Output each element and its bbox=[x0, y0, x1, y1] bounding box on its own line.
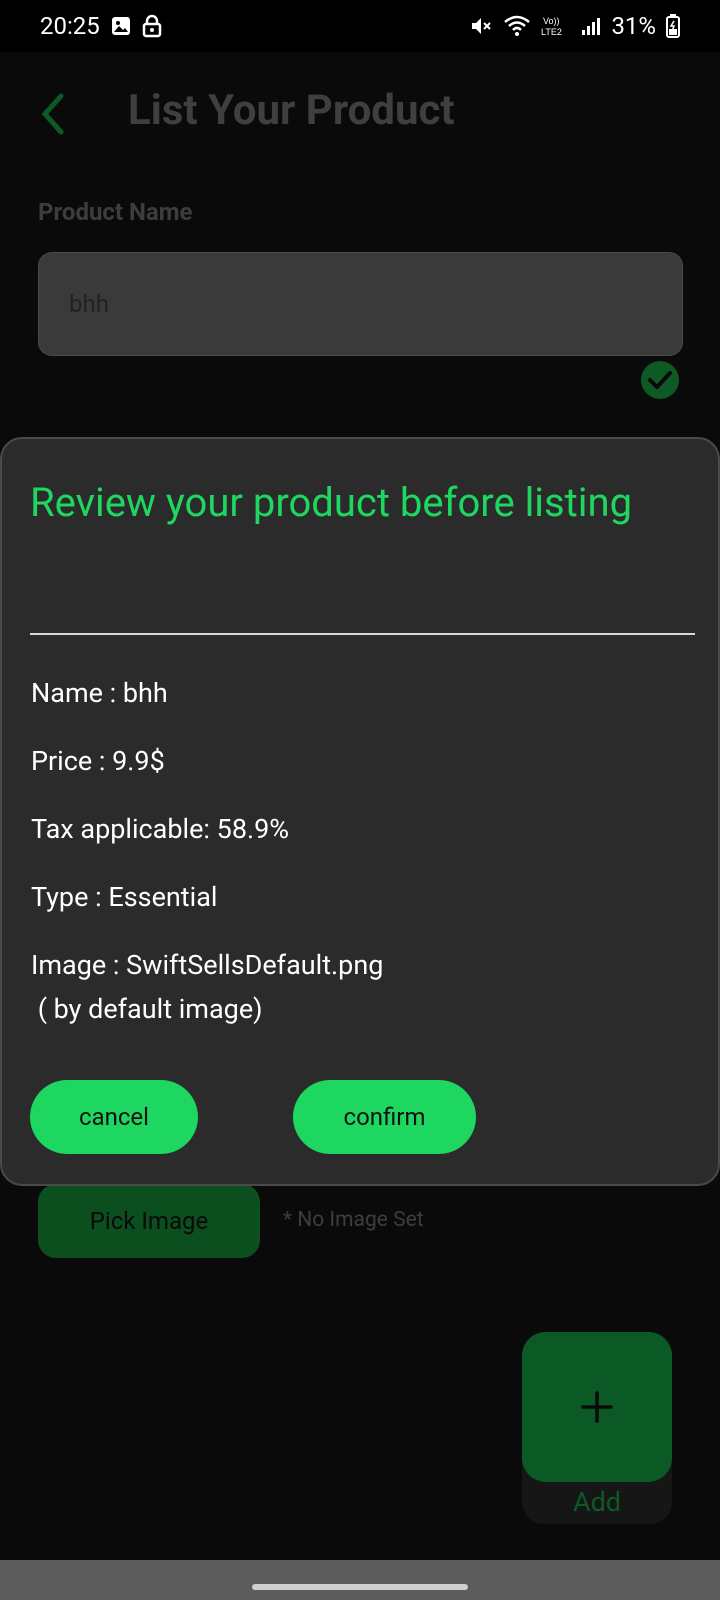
svg-text:Vo)): Vo)) bbox=[543, 16, 560, 26]
pick-image-button[interactable]: Pick Image bbox=[38, 1184, 260, 1258]
add-button[interactable] bbox=[522, 1332, 672, 1482]
wifi-icon bbox=[503, 15, 531, 37]
confirm-button[interactable]: confirm bbox=[293, 1080, 476, 1154]
app-bar: List Your Product bbox=[0, 70, 720, 160]
plus-icon bbox=[581, 1391, 613, 1423]
review-image: Image : SwiftSellsDefault.png bbox=[31, 949, 384, 981]
dialog-divider bbox=[30, 633, 695, 635]
status-left: 20:25 bbox=[40, 12, 162, 40]
add-label: Add bbox=[572, 1486, 622, 1518]
back-button[interactable] bbox=[26, 88, 78, 140]
review-type: Type : Essential bbox=[31, 881, 218, 913]
back-arrow-icon bbox=[41, 93, 64, 135]
battery-icon bbox=[666, 14, 680, 38]
product-name-input[interactable]: bhh bbox=[38, 252, 683, 356]
clock: 20:25 bbox=[40, 12, 100, 40]
signal-icon bbox=[581, 16, 601, 36]
review-dialog: Review your product before listing Name … bbox=[0, 437, 720, 1186]
page-title: List Your Product bbox=[128, 86, 455, 135]
svg-text:LTE2: LTE2 bbox=[541, 27, 562, 37]
review-tax: Tax applicable: 58.9% bbox=[31, 813, 290, 845]
mute-icon bbox=[469, 14, 493, 38]
dialog-title: Review your product before listing bbox=[30, 479, 633, 526]
no-image-note: * No Image Set bbox=[283, 1208, 424, 1232]
review-name: Name : bhh bbox=[31, 677, 168, 709]
check-circle-icon bbox=[641, 361, 679, 399]
battery-percent: 31% bbox=[611, 12, 656, 40]
navigation-bar bbox=[0, 1560, 720, 1600]
product-name-value: bhh bbox=[69, 290, 109, 318]
home-handle[interactable] bbox=[252, 1584, 468, 1590]
product-name-label: Product Name bbox=[38, 198, 193, 226]
volte-icon: Vo)) LTE2 bbox=[541, 14, 571, 38]
lock-icon bbox=[142, 14, 162, 38]
image-icon bbox=[110, 15, 132, 37]
review-image-note: ( by default image) bbox=[31, 993, 263, 1025]
status-right: Vo)) LTE2 31% bbox=[469, 12, 680, 40]
review-price: Price : 9.9$ bbox=[31, 745, 165, 777]
cancel-button[interactable]: cancel bbox=[30, 1080, 198, 1154]
status-bar: 20:25 Vo)) LTE2 31% bbox=[0, 0, 720, 52]
